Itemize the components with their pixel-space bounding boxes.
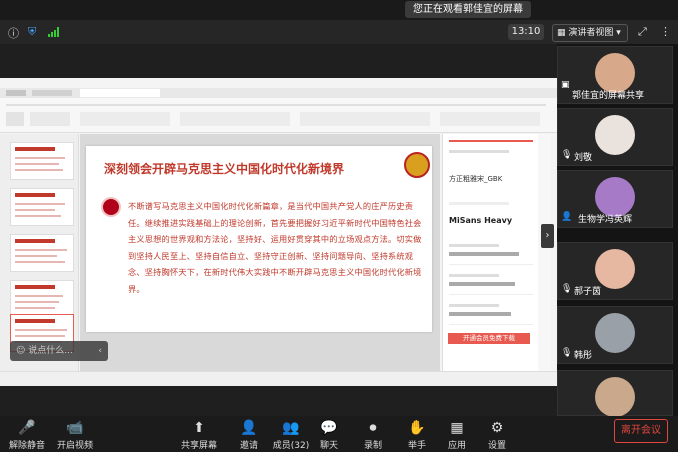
info-icon[interactable]: ⓘ	[8, 25, 19, 41]
toolbar-label: 举手	[407, 441, 426, 451]
expand-icon[interactable]: ⤢	[638, 25, 647, 39]
slide-body-text: 不断谱写马克思主义中国化时代化新篇章，是当代中国共产党人的庄严历史责任。继续推进…	[128, 201, 422, 294]
toolbar-chat-button[interactable]: 💬 聊天	[306, 418, 352, 451]
shield-icon[interactable]: ⛨	[28, 25, 36, 39]
record-icon: ⏺	[369, 420, 377, 436]
video-off-icon: 📹	[66, 420, 84, 436]
view-mode-label: 演讲者视图	[568, 28, 614, 38]
toolbar-video-off-button[interactable]: 📹 开启视频	[52, 418, 98, 451]
chat-icon: 💬	[320, 420, 338, 436]
emblem-icon	[404, 152, 430, 178]
mic-off-icon: 🎤	[18, 420, 36, 436]
toolbar-label: 邀请	[239, 441, 258, 451]
app-status-bar	[0, 371, 557, 386]
chevron-down-icon: ▾	[616, 28, 621, 38]
participant-tile[interactable]: 生物学冯英辉	[557, 170, 673, 228]
slide-thumbnail[interactable]	[10, 280, 74, 318]
participant-tile[interactable]: 郝子茵	[557, 242, 673, 300]
participant-tile[interactable]: 郭佳宜的屏幕共享	[557, 46, 673, 104]
slide-thumbnail[interactable]	[10, 234, 74, 272]
side-tools	[538, 134, 551, 371]
collapse-panel-button[interactable]: ›	[541, 224, 554, 248]
app-tab-strip	[0, 88, 557, 98]
view-mode-button[interactable]: ▦ 演讲者视图 ▾	[552, 24, 628, 42]
avatar	[595, 313, 635, 353]
slide-thumbnail[interactable]	[10, 142, 74, 180]
toolbar-mic-off-button[interactable]: 🎤 解除静音	[4, 418, 50, 451]
slide-title: 深刻领会开辟马克思主义中国化时代化新境界	[104, 162, 345, 176]
participant-tile[interactable]	[557, 370, 673, 417]
font-name: 方正粗雅宋_GBK	[449, 175, 503, 183]
bullet-icon	[101, 197, 121, 217]
toolbar-invite-button[interactable]: 👤 邀请	[226, 418, 272, 451]
user-icon: 👤	[561, 212, 573, 222]
top-bar	[0, 0, 678, 20]
mic-icon: 🎙	[561, 150, 573, 160]
share-screen-icon: ⬆	[193, 420, 205, 436]
toolbar-label: 开启视频	[56, 441, 93, 451]
participant-name: 生物学冯英辉	[578, 215, 633, 225]
font-item[interactable]	[449, 298, 533, 325]
toolbar-label: 录制	[363, 441, 382, 451]
slide-thumbnail[interactable]	[10, 188, 74, 226]
chevron-left-icon: ‹	[98, 346, 102, 356]
avatar	[595, 115, 635, 155]
more-icon[interactable]: ⋮	[660, 25, 671, 38]
participant-name: 郝子茵	[574, 287, 602, 297]
comment-input[interactable]: ☺ 说点什么... ‹	[10, 341, 108, 361]
mic-icon: 🎙	[561, 348, 573, 358]
toolbar-record-button[interactable]: ⏺ 录制	[350, 418, 396, 451]
participant-name: 郭佳宜的屏幕共享	[572, 91, 645, 101]
font-sample: MiSans Heavy	[449, 216, 513, 225]
comment-placeholder: 说点什么...	[28, 346, 73, 356]
app-ribbon	[0, 98, 557, 133]
avatar	[595, 177, 635, 217]
sharing-banner: 您正在观看郭佳宜的屏幕	[405, 1, 531, 18]
toolbar-label: 设置	[487, 441, 506, 451]
mic-icon: 🎙	[561, 284, 573, 294]
slide-thumbnails	[0, 134, 79, 371]
avatar	[595, 53, 635, 93]
font-item[interactable]	[449, 238, 533, 265]
font-download-button[interactable]: 开通会员免费下载	[448, 333, 530, 344]
font-item[interactable]	[449, 268, 533, 295]
signal-icon[interactable]	[48, 27, 60, 37]
leave-meeting-button[interactable]: 离开会议	[614, 419, 668, 443]
toolbar-share-screen-button[interactable]: ⬆ 共享屏幕	[176, 418, 222, 451]
screen-share-icon: ▣	[561, 80, 570, 90]
toolbar-label: 聊天	[319, 441, 338, 451]
toolbar-label: 成员(32)	[272, 441, 310, 451]
settings-icon: ⚙	[490, 420, 504, 436]
toolbar-settings-button[interactable]: ⚙ 设置	[474, 418, 520, 451]
participant-tile[interactable]: 韩彤	[557, 306, 673, 364]
participant-tile[interactable]: 刘敬	[557, 108, 673, 166]
invite-icon: 👤	[240, 420, 258, 436]
toolbar-label: 解除静音	[8, 441, 45, 451]
participant-name: 刘敬	[574, 153, 593, 163]
toolbar-label: 应用	[447, 441, 466, 451]
avatar	[595, 377, 635, 417]
avatar	[595, 249, 635, 289]
meeting-timer: 13:10	[508, 24, 544, 40]
participant-name: 韩彤	[574, 351, 593, 361]
toolbar-label: 共享屏幕	[180, 441, 217, 451]
emoji-icon: ☺	[16, 346, 26, 356]
grid-icon: ▦	[557, 28, 566, 38]
